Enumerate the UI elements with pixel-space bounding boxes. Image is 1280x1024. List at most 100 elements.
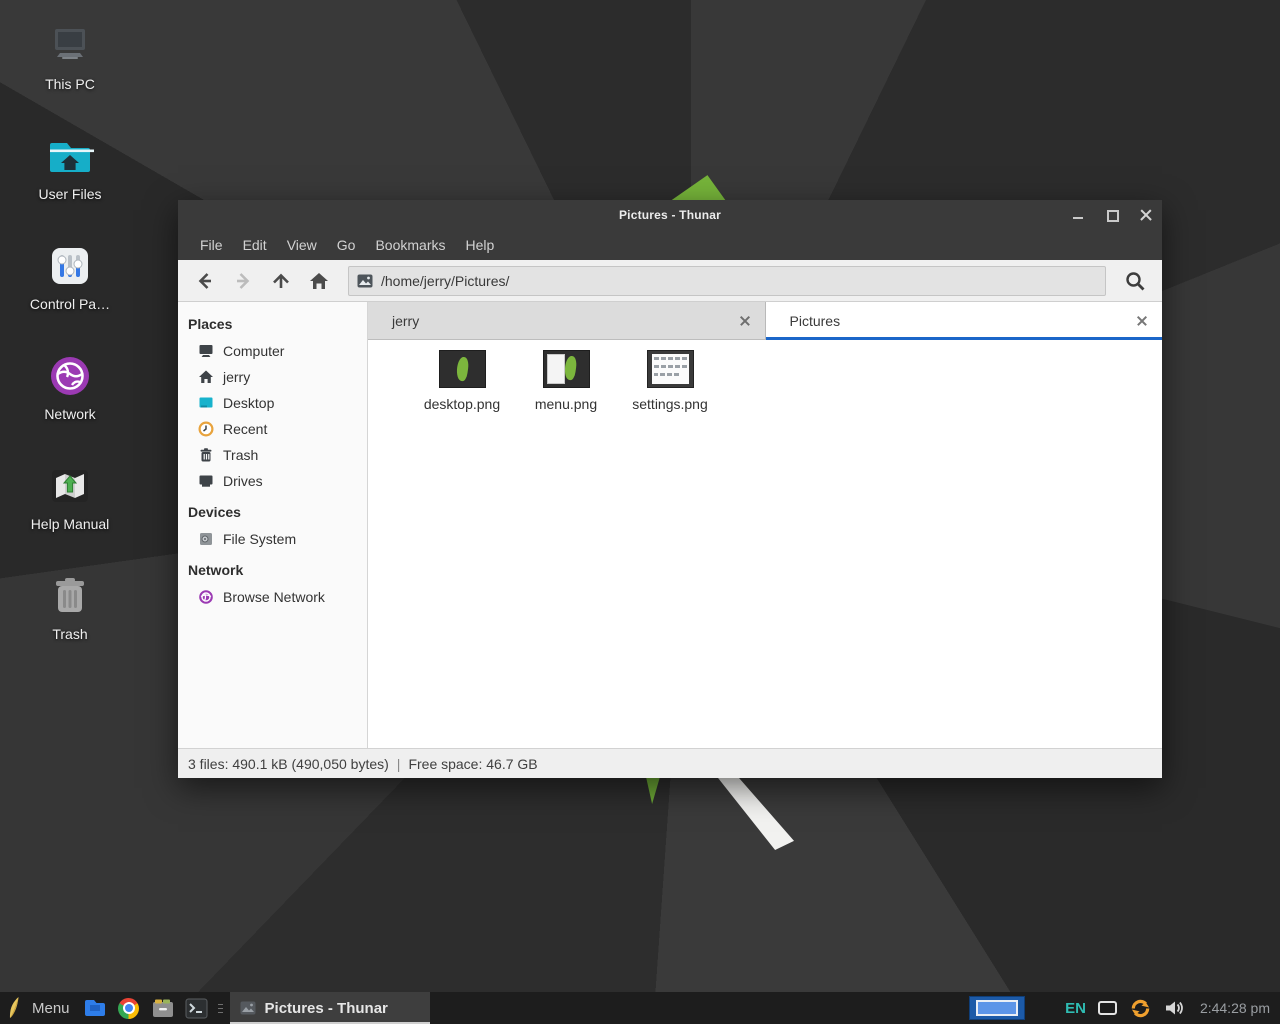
volume-icon[interactable] bbox=[1164, 999, 1184, 1017]
wallpaper-feather-quill bbox=[708, 774, 794, 850]
file-view[interactable]: desktop.png menu.png bbox=[368, 340, 1162, 748]
chrome-launcher[interactable] bbox=[112, 992, 146, 1024]
tab-jerry[interactable]: jerry bbox=[368, 302, 766, 340]
terminal-icon bbox=[185, 998, 208, 1019]
desktop-icon-trash[interactable]: Trash bbox=[18, 572, 122, 642]
window-title: Pictures - Thunar bbox=[178, 200, 1162, 230]
help-manual-icon bbox=[46, 462, 94, 510]
app-menu-button[interactable]: Menu bbox=[0, 992, 78, 1024]
workspace-switcher[interactable] bbox=[969, 996, 1025, 1020]
sidebar-item-browse-network[interactable]: Browse Network bbox=[188, 584, 367, 610]
menu-view[interactable]: View bbox=[277, 230, 327, 260]
desktop-icon-network[interactable]: Network bbox=[18, 352, 122, 422]
computer-icon bbox=[198, 343, 214, 359]
desktop-icon-label: This PC bbox=[18, 76, 122, 92]
home-icon bbox=[308, 270, 330, 292]
desktop-icon-label: User Files bbox=[18, 186, 122, 202]
desktop-icon-label: Trash bbox=[18, 626, 122, 642]
status-separator: | bbox=[397, 756, 401, 772]
tasklist-grip[interactable] bbox=[218, 999, 226, 1017]
sidebar-item-computer[interactable]: Computer bbox=[188, 338, 367, 364]
terminal-launcher[interactable] bbox=[180, 992, 214, 1024]
minimize-icon[interactable] bbox=[1072, 209, 1084, 221]
status-bar: 3 files: 490.1 kB (490,050 bytes) | Free… bbox=[178, 748, 1162, 778]
search-button[interactable] bbox=[1118, 265, 1152, 297]
wallpaper-feather-tip bbox=[668, 174, 726, 201]
trash-icon bbox=[198, 447, 214, 463]
taskbar-window-button[interactable]: Pictures - Thunar bbox=[230, 992, 430, 1024]
file-cabinet-icon bbox=[151, 997, 175, 1019]
taskbar: Menu Pictures - Thunar EN 2:44:28 pm bbox=[0, 992, 1280, 1024]
path-text: /home/jerry/Pictures/ bbox=[381, 273, 509, 289]
menu-go[interactable]: Go bbox=[327, 230, 366, 260]
close-icon[interactable] bbox=[1140, 209, 1152, 221]
active-workspace[interactable] bbox=[976, 1000, 1018, 1016]
tab-pictures[interactable]: Pictures bbox=[766, 302, 1163, 340]
desktop-icon bbox=[198, 395, 214, 411]
computer-icon bbox=[46, 22, 94, 70]
show-desktop-button[interactable] bbox=[78, 992, 112, 1024]
desktop-icon-this-pc[interactable]: This PC bbox=[18, 22, 122, 92]
desktop-icon-help-manual[interactable]: Help Manual bbox=[18, 462, 122, 532]
desktop-icon-control-panel[interactable]: Control Pa… bbox=[18, 242, 122, 312]
sidebar-item-file-system[interactable]: File System bbox=[188, 526, 367, 552]
network-globe-icon bbox=[46, 352, 94, 400]
file-manager-launcher[interactable] bbox=[146, 992, 180, 1024]
menu-file[interactable]: File bbox=[190, 230, 233, 260]
wallpaper-feather-stem bbox=[644, 776, 662, 804]
file-desktop-png[interactable]: desktop.png bbox=[410, 350, 514, 412]
menu-edit[interactable]: Edit bbox=[233, 230, 277, 260]
path-field[interactable]: /home/jerry/Pictures/ bbox=[348, 266, 1106, 296]
status-free-space: Free space: 46.7 GB bbox=[408, 756, 537, 772]
tab-bar: jerry Pictures bbox=[368, 302, 1162, 340]
desktop-icon-label: Help Manual bbox=[18, 516, 122, 532]
back-button[interactable] bbox=[188, 265, 222, 297]
display-icon[interactable] bbox=[1098, 1001, 1117, 1015]
tab-close-icon[interactable] bbox=[739, 315, 751, 327]
keyboard-layout-indicator[interactable]: EN bbox=[1065, 1000, 1086, 1017]
menu-help[interactable]: Help bbox=[456, 230, 505, 260]
home-button[interactable] bbox=[302, 265, 336, 297]
back-arrow-icon bbox=[194, 270, 216, 292]
sidebar-item-desktop[interactable]: Desktop bbox=[188, 390, 367, 416]
menu-bookmarks[interactable]: Bookmarks bbox=[365, 230, 455, 260]
image-file-icon bbox=[357, 274, 373, 288]
image-thumbnail bbox=[439, 350, 486, 388]
forward-button[interactable] bbox=[226, 265, 260, 297]
hard-disk-icon bbox=[198, 531, 214, 547]
system-tray: EN 2:44:28 pm bbox=[1065, 997, 1280, 1020]
sidebar-item-drives[interactable]: Drives bbox=[188, 468, 367, 494]
trash-icon bbox=[46, 572, 94, 620]
titlebar[interactable]: Pictures - Thunar bbox=[178, 200, 1162, 230]
image-file-icon bbox=[240, 1001, 256, 1015]
home-icon bbox=[198, 369, 214, 385]
tab-close-icon[interactable] bbox=[1136, 315, 1148, 327]
sidebar: Places Computer jerry Desktop Recent Tra… bbox=[178, 302, 368, 748]
file-settings-png[interactable]: settings.png bbox=[618, 350, 722, 412]
sidebar-item-recent[interactable]: Recent bbox=[188, 416, 367, 442]
sidebar-header-devices: Devices bbox=[188, 504, 367, 520]
file-menu-png[interactable]: menu.png bbox=[514, 350, 618, 412]
up-button[interactable] bbox=[264, 265, 298, 297]
blue-window-icon bbox=[83, 997, 107, 1019]
menubar: File Edit View Go Bookmarks Help bbox=[178, 230, 1162, 260]
maximize-icon[interactable] bbox=[1106, 209, 1118, 221]
desktop-icon-user-files[interactable]: User Files bbox=[18, 132, 122, 202]
status-files: 3 files: 490.1 kB (490,050 bytes) bbox=[188, 756, 389, 772]
sidebar-item-trash[interactable]: Trash bbox=[188, 442, 367, 468]
chrome-icon bbox=[118, 998, 139, 1019]
updates-icon[interactable] bbox=[1129, 997, 1152, 1020]
search-icon bbox=[1123, 269, 1147, 293]
task-label: Pictures - Thunar bbox=[265, 1000, 388, 1017]
thunar-window: Pictures - Thunar File Edit View Go Book… bbox=[178, 200, 1162, 778]
sidebar-item-jerry[interactable]: jerry bbox=[188, 364, 367, 390]
desktop-icon-label: Network bbox=[18, 406, 122, 422]
toolbar: /home/jerry/Pictures/ bbox=[178, 260, 1162, 302]
clock[interactable]: 2:44:28 pm bbox=[1196, 1000, 1270, 1016]
sidebar-header-network: Network bbox=[188, 562, 367, 578]
control-panel-icon bbox=[46, 242, 94, 290]
forward-arrow-icon bbox=[232, 270, 254, 292]
home-folder-icon bbox=[46, 132, 94, 180]
network-globe-icon bbox=[198, 589, 214, 605]
image-thumbnail bbox=[543, 350, 590, 388]
